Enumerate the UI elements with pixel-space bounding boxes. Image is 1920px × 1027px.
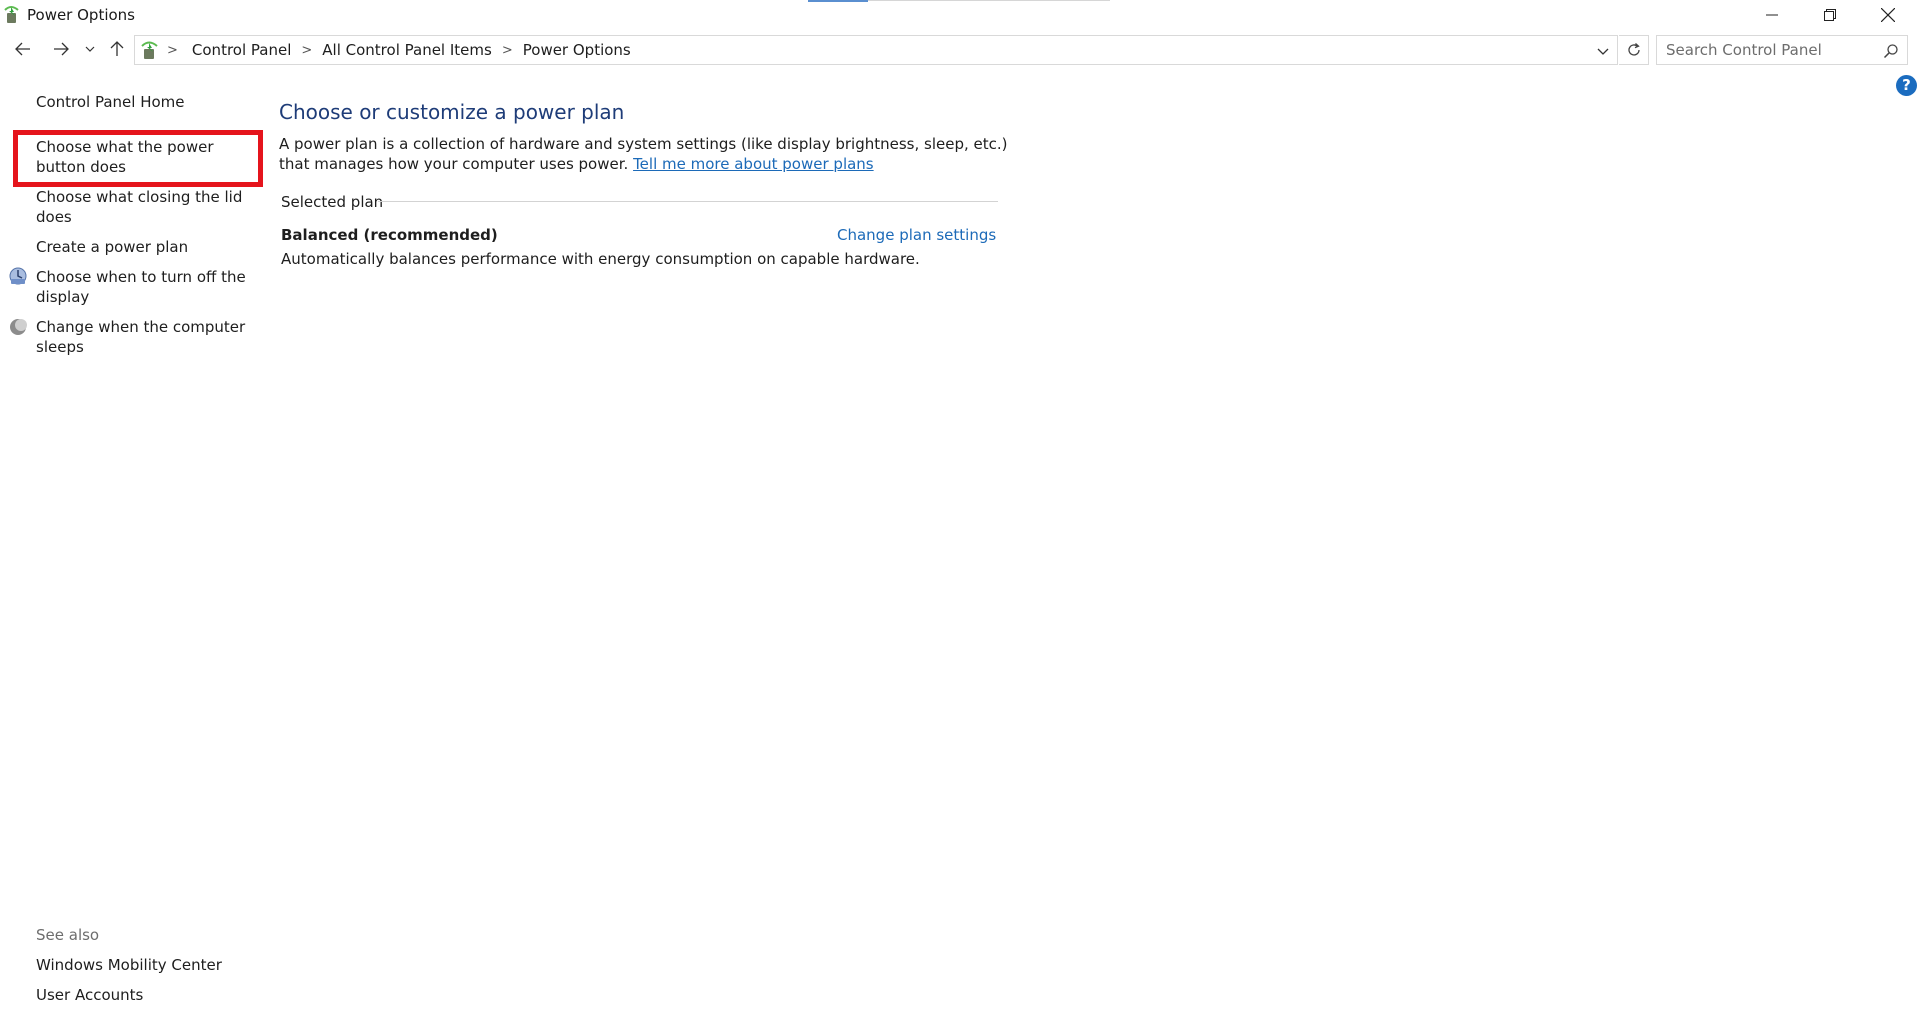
help-button[interactable]: ? — [1896, 75, 1917, 96]
plan-name: Balanced (recommended) — [281, 226, 498, 244]
address-bar[interactable]: > Control Panel > All Control Panel Item… — [134, 35, 1618, 65]
restore-button[interactable] — [1801, 0, 1859, 30]
sidebar-item-control-panel-home[interactable]: Control Panel Home — [36, 92, 264, 112]
sidebar-item-turn-off-display[interactable]: Choose when to turn off the display — [36, 267, 264, 307]
breadcrumb-chevron-icon[interactable]: > — [301, 43, 312, 58]
see-also-windows-mobility-center[interactable]: Windows Mobility Center — [36, 956, 222, 974]
sidebar-item-create-plan[interactable]: Create a power plan — [36, 237, 264, 257]
search-icon[interactable] — [1883, 43, 1899, 59]
sleep-moon-icon — [10, 319, 27, 335]
close-icon — [1881, 8, 1895, 22]
title-bar: Power Options — [0, 0, 1920, 30]
selected-plan-label: Selected plan — [281, 193, 384, 211]
title-divider-line — [868, 0, 1110, 1]
display-icon — [9, 267, 27, 285]
page-title: Choose or customize a power plan — [279, 100, 625, 124]
address-dropdown-icon[interactable] — [1595, 43, 1611, 59]
title-accent-line — [808, 0, 868, 2]
breadcrumb-power-options[interactable]: Power Options — [523, 41, 631, 59]
see-also-user-accounts[interactable]: User Accounts — [36, 986, 143, 1004]
refresh-icon — [1627, 43, 1640, 56]
plan-description: Automatically balances performance with … — [281, 250, 920, 268]
minimize-icon — [1766, 14, 1778, 16]
search-input[interactable] — [1657, 36, 1877, 64]
see-also-heading: See also — [36, 926, 100, 944]
tell-me-more-link[interactable]: Tell me more about power plans — [633, 155, 874, 173]
sidebar-item-power-button[interactable]: Choose what the power button does — [36, 137, 264, 177]
change-plan-settings-link[interactable]: Change plan settings — [837, 226, 996, 244]
restore-icon — [1824, 9, 1836, 21]
sidebar-item-closing-lid[interactable]: Choose what closing the lid does — [36, 187, 264, 227]
breadcrumb-all-items[interactable]: All Control Panel Items — [322, 41, 492, 59]
minimize-button[interactable] — [1743, 0, 1801, 30]
sidebar-item-computer-sleeps[interactable]: Change when the computer sleeps — [36, 317, 264, 357]
left-pane: Control Panel Home Choose what the power… — [0, 0, 270, 1027]
section-divider — [378, 201, 998, 202]
search-box[interactable] — [1656, 35, 1908, 65]
close-button[interactable] — [1859, 0, 1917, 30]
refresh-button[interactable] — [1619, 35, 1649, 65]
breadcrumb-chevron-icon[interactable]: > — [502, 43, 513, 58]
navigation-bar: > Control Panel > All Control Panel Item… — [0, 31, 1920, 67]
page-description: A power plan is a collection of hardware… — [279, 134, 1019, 174]
